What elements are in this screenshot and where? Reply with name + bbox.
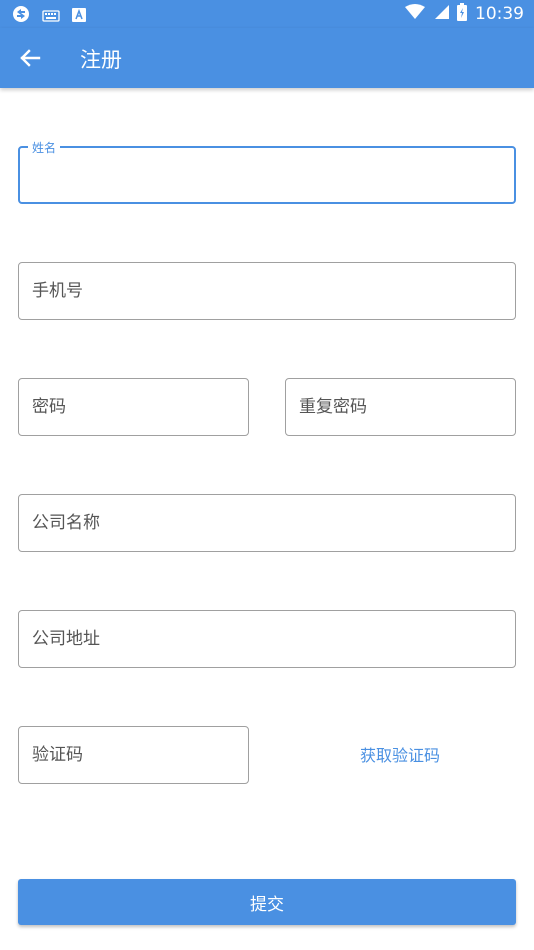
company-name-input[interactable] xyxy=(19,495,515,551)
signal-icon xyxy=(433,4,449,24)
repeat-password-field[interactable] xyxy=(285,378,516,436)
password-field[interactable] xyxy=(18,378,249,436)
keyboard-icon xyxy=(42,7,60,26)
battery-icon xyxy=(457,3,467,25)
sync-icon xyxy=(12,5,30,27)
status-bar: 10:39 xyxy=(0,0,534,28)
verification-code-field[interactable] xyxy=(18,726,249,784)
company-address-input[interactable] xyxy=(19,611,515,667)
name-input[interactable] xyxy=(20,148,514,202)
repeat-password-input[interactable] xyxy=(286,379,515,435)
submit-button[interactable]: 提交 xyxy=(18,879,516,925)
password-input[interactable] xyxy=(19,379,248,435)
back-button[interactable] xyxy=(12,42,48,74)
verification-code-input[interactable] xyxy=(19,727,248,783)
a-icon xyxy=(72,7,86,26)
arrow-left-icon xyxy=(20,49,41,67)
phone-field[interactable] xyxy=(18,262,516,320)
page-title: 注册 xyxy=(80,48,122,72)
status-time: 10:39 xyxy=(475,4,524,24)
status-bar-right: 10:39 xyxy=(405,3,524,25)
app-toolbar: 注册 xyxy=(0,28,534,88)
phone-input[interactable] xyxy=(19,263,515,319)
company-address-field[interactable] xyxy=(18,610,516,668)
status-bar-left xyxy=(12,5,86,27)
company-name-field[interactable] xyxy=(18,494,516,552)
name-field[interactable]: 姓名 xyxy=(18,139,516,204)
wifi-icon xyxy=(405,4,425,24)
get-code-button[interactable]: 获取验证码 xyxy=(300,742,500,766)
submit-button-label: 提交 xyxy=(250,894,284,915)
